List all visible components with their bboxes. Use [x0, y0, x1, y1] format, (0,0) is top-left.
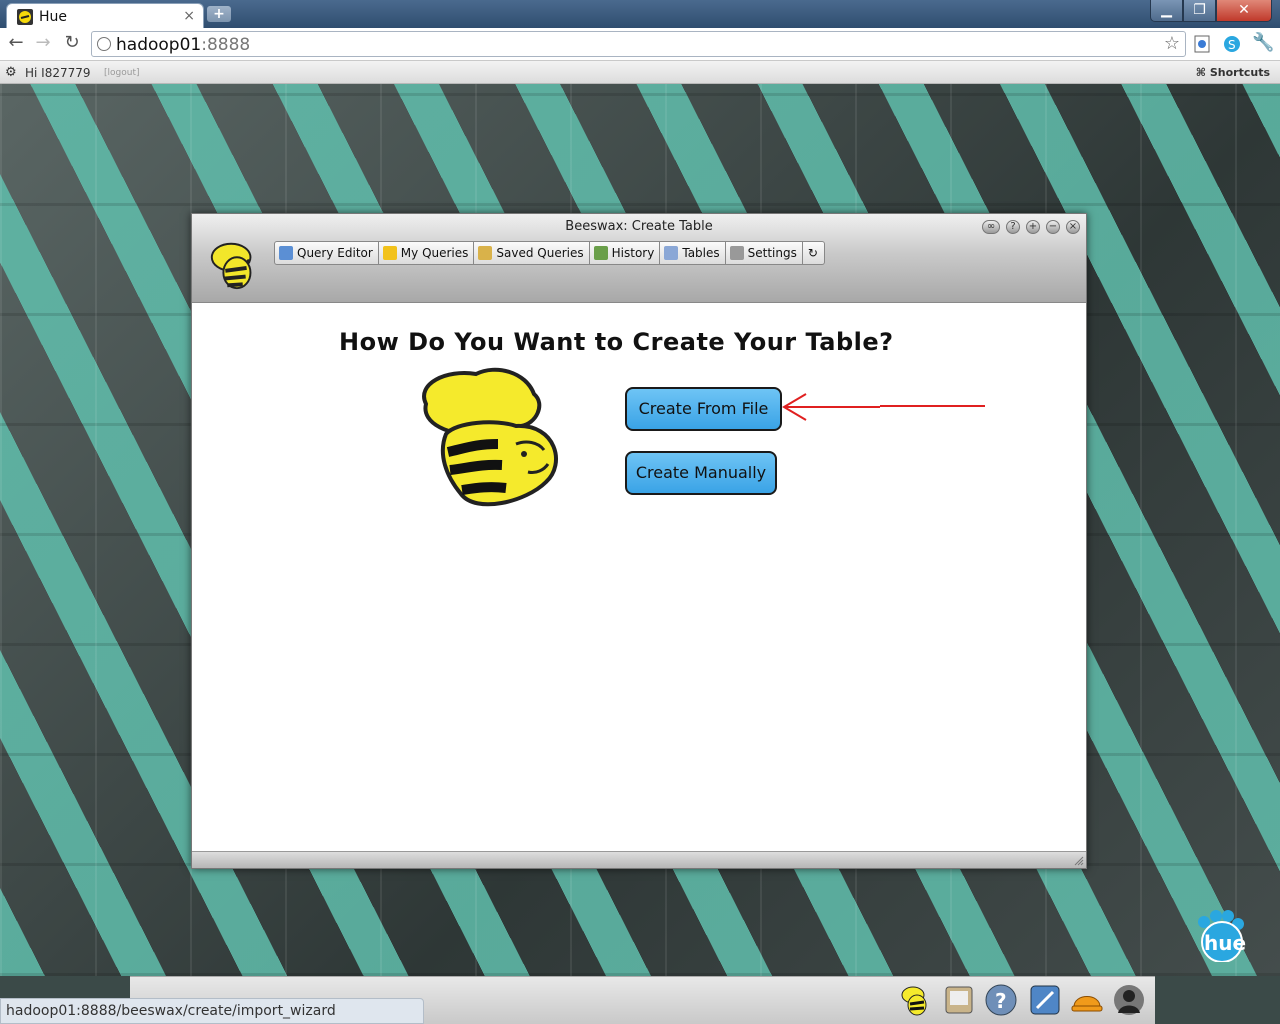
- nav-item-label: Saved Queries: [496, 246, 584, 260]
- nav-item-label: Settings: [747, 246, 797, 260]
- tables-icon: [664, 246, 679, 260]
- annotation-arrow: [782, 393, 985, 421]
- nav-refresh-icon[interactable]: ↻: [802, 241, 825, 265]
- create-from-file-button[interactable]: Create From File: [625, 387, 782, 431]
- nav-saved-queries[interactable]: Saved Queries: [474, 241, 590, 265]
- tab-title: Hue: [39, 9, 68, 25]
- nav-tables[interactable]: Tables: [660, 241, 726, 265]
- beeswax-window: Beeswax: Create Table ∞ ? + − × Query Ed…: [191, 213, 1087, 869]
- window-footer: [192, 851, 1086, 868]
- saved-queries-icon: [478, 246, 493, 260]
- star-icon: [382, 246, 397, 260]
- page-title: How Do You Want to Create Your Table?: [339, 328, 894, 356]
- clock-icon: [593, 246, 608, 260]
- hue-favicon-icon: [17, 9, 33, 25]
- nav-settings[interactable]: Settings: [725, 241, 803, 265]
- nav-item-label: My Queries: [400, 246, 469, 260]
- nav-item-label: History: [611, 246, 655, 260]
- bookmark-star-icon[interactable]: ☆: [1164, 33, 1180, 54]
- window-title: Beeswax: Create Table: [565, 219, 713, 234]
- hue-logo-icon: hue: [1198, 910, 1246, 962]
- dock-job-designer-icon[interactable]: [1028, 983, 1062, 1017]
- globe-icon: [97, 37, 111, 51]
- browser-toolbar: ← → ↻ hadoop01:8888 ☆ S 🔧: [0, 28, 1280, 61]
- dock-job-browser-icon[interactable]: [1070, 983, 1104, 1017]
- browser-tab[interactable]: Hue ×: [6, 3, 204, 29]
- window-close-icon[interactable]: ×: [1066, 220, 1080, 234]
- svg-text:S: S: [1228, 38, 1236, 52]
- nav-item-label: Tables: [682, 246, 720, 260]
- window-body: How Do You Want to Create Your Table? Cr…: [192, 304, 1086, 851]
- beeswax-large-logo-icon: [422, 367, 558, 507]
- window-link-icon[interactable]: ∞: [982, 220, 1000, 234]
- nav-history[interactable]: History: [589, 241, 661, 265]
- browser-titlebar: Hue × + ▁ ❐ ✕: [0, 0, 1280, 29]
- dock-help-icon[interactable]: ?: [984, 983, 1018, 1017]
- window-maximize-icon[interactable]: +: [1026, 220, 1040, 234]
- beeswax-nav: Query Editor My Queries Saved Queries Histo…: [274, 241, 825, 265]
- forward-arrow-icon[interactable]: →: [32, 32, 54, 54]
- dock-user-admin-icon[interactable]: [1112, 983, 1146, 1017]
- nav-my-queries[interactable]: My Queries: [378, 241, 475, 265]
- back-arrow-icon[interactable]: ←: [5, 32, 27, 54]
- query-editor-icon: [279, 246, 293, 260]
- nav-query-editor[interactable]: Query Editor: [274, 241, 379, 265]
- tab-close-icon[interactable]: ×: [183, 8, 195, 24]
- svg-text:hue: hue: [1204, 931, 1246, 955]
- maximize-window-icon[interactable]: ❐: [1183, 0, 1216, 22]
- shortcuts-menu[interactable]: ⌘ Shortcuts: [1196, 66, 1270, 79]
- beeswax-logo-icon: [210, 242, 252, 290]
- wrench-icon[interactable]: 🔧: [1252, 32, 1274, 54]
- status-bar-url: hadoop01:8888/beeswax/create/import_wiza…: [0, 998, 424, 1024]
- address-bar[interactable]: hadoop01:8888 ☆: [91, 31, 1186, 57]
- resize-grip-icon[interactable]: [1072, 854, 1084, 866]
- hue-top-bar: ⚙ Hi I827779 [logout] ⌘ Shortcuts: [0, 61, 1280, 84]
- address-text: hadoop01:8888: [116, 35, 251, 55]
- svg-text:?: ?: [995, 989, 1007, 1013]
- close-window-icon[interactable]: ✕: [1216, 0, 1272, 22]
- extension-page-icon[interactable]: [1192, 34, 1212, 54]
- minimize-window-icon[interactable]: ▁: [1150, 0, 1183, 22]
- dock-file-browser-icon[interactable]: [942, 983, 976, 1017]
- user-greeting: Hi I827779: [25, 66, 91, 80]
- window-minimize-icon[interactable]: −: [1046, 220, 1060, 234]
- hue-gear-icon[interactable]: ⚙: [5, 65, 17, 80]
- logout-link[interactable]: [logout]: [104, 68, 139, 78]
- window-header: Beeswax: Create Table ∞ ? + − × Query Ed…: [192, 214, 1086, 303]
- new-tab-button[interactable]: +: [207, 6, 231, 22]
- create-manually-button[interactable]: Create Manually: [625, 451, 777, 495]
- window-help-icon[interactable]: ?: [1006, 220, 1020, 234]
- dock-beeswax-icon[interactable]: [898, 983, 932, 1017]
- nav-item-label: Query Editor: [297, 246, 373, 260]
- extension-skype-icon[interactable]: S: [1222, 34, 1242, 54]
- reload-icon[interactable]: ↻: [61, 32, 83, 54]
- gear-icon: [729, 246, 744, 260]
